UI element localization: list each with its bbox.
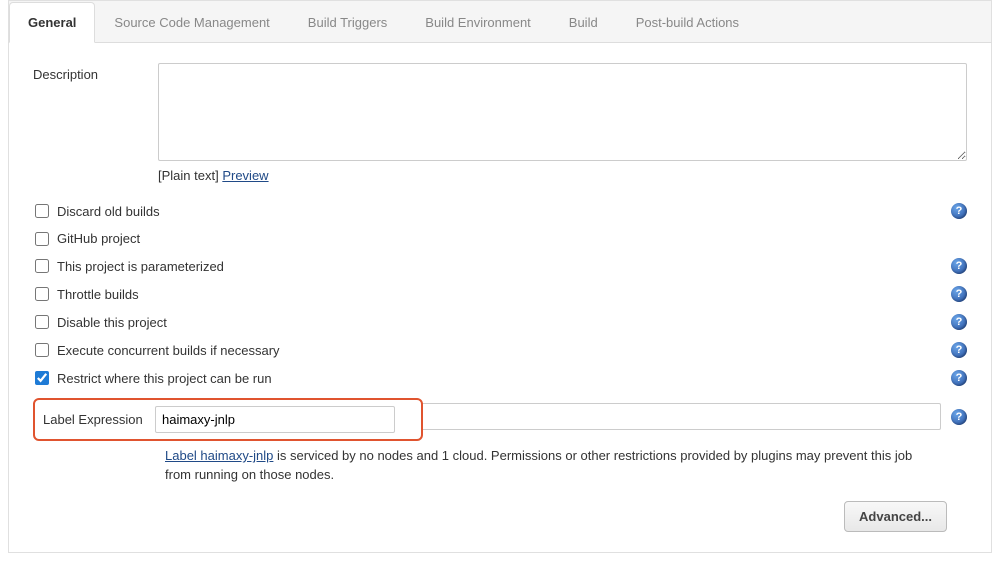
discard-old-builds-label: Discard old builds	[57, 204, 951, 219]
throttle-builds-label: Throttle builds	[57, 287, 951, 302]
help-icon[interactable]: ?	[951, 342, 967, 358]
label-expression-input[interactable]	[155, 406, 395, 433]
github-project-label: GitHub project	[57, 231, 967, 246]
help-icon[interactable]: ?	[951, 314, 967, 330]
restrict-node-label: Restrict where this project can be run	[57, 371, 951, 386]
discard-old-builds-checkbox[interactable]	[35, 204, 49, 218]
description-input[interactable]	[158, 63, 967, 161]
label-expression-help-text: Label haimaxy-jnlp is serviced by no nod…	[165, 447, 967, 485]
parameterized-label: This project is parameterized	[57, 259, 951, 274]
label-expression-input-ext[interactable]	[423, 403, 941, 430]
concurrent-builds-label: Execute concurrent builds if necessary	[57, 343, 951, 358]
help-icon[interactable]: ?	[951, 370, 967, 386]
description-label: Description	[33, 63, 158, 82]
disable-project-checkbox[interactable]	[35, 315, 49, 329]
help-icon[interactable]: ?	[951, 286, 967, 302]
advanced-button[interactable]: Advanced...	[844, 501, 947, 532]
tab-post-build[interactable]: Post-build Actions	[617, 2, 758, 43]
tab-build-triggers[interactable]: Build Triggers	[289, 2, 406, 43]
label-link[interactable]: Label haimaxy-jnlp	[165, 448, 273, 463]
tab-build-environment[interactable]: Build Environment	[406, 2, 550, 43]
help-icon[interactable]: ?	[951, 409, 967, 425]
disable-project-label: Disable this project	[57, 315, 951, 330]
label-expression-label: Label Expression	[43, 412, 155, 427]
restrict-node-checkbox[interactable]	[35, 371, 49, 385]
tab-scm[interactable]: Source Code Management	[95, 2, 288, 43]
general-panel: Description [Plain text] Preview Discard…	[8, 43, 992, 553]
tab-build[interactable]: Build	[550, 2, 617, 43]
preview-link[interactable]: Preview	[222, 168, 268, 183]
config-tabs: General Source Code Management Build Tri…	[8, 0, 992, 43]
throttle-builds-checkbox[interactable]	[35, 287, 49, 301]
tab-general[interactable]: General	[9, 2, 95, 43]
label-expression-highlight: Label Expression	[33, 398, 423, 441]
github-project-checkbox[interactable]	[35, 232, 49, 246]
concurrent-builds-checkbox[interactable]	[35, 343, 49, 357]
plain-text-label: [Plain text]	[158, 168, 219, 183]
help-icon[interactable]: ?	[951, 258, 967, 274]
parameterized-checkbox[interactable]	[35, 259, 49, 273]
help-icon[interactable]: ?	[951, 203, 967, 219]
